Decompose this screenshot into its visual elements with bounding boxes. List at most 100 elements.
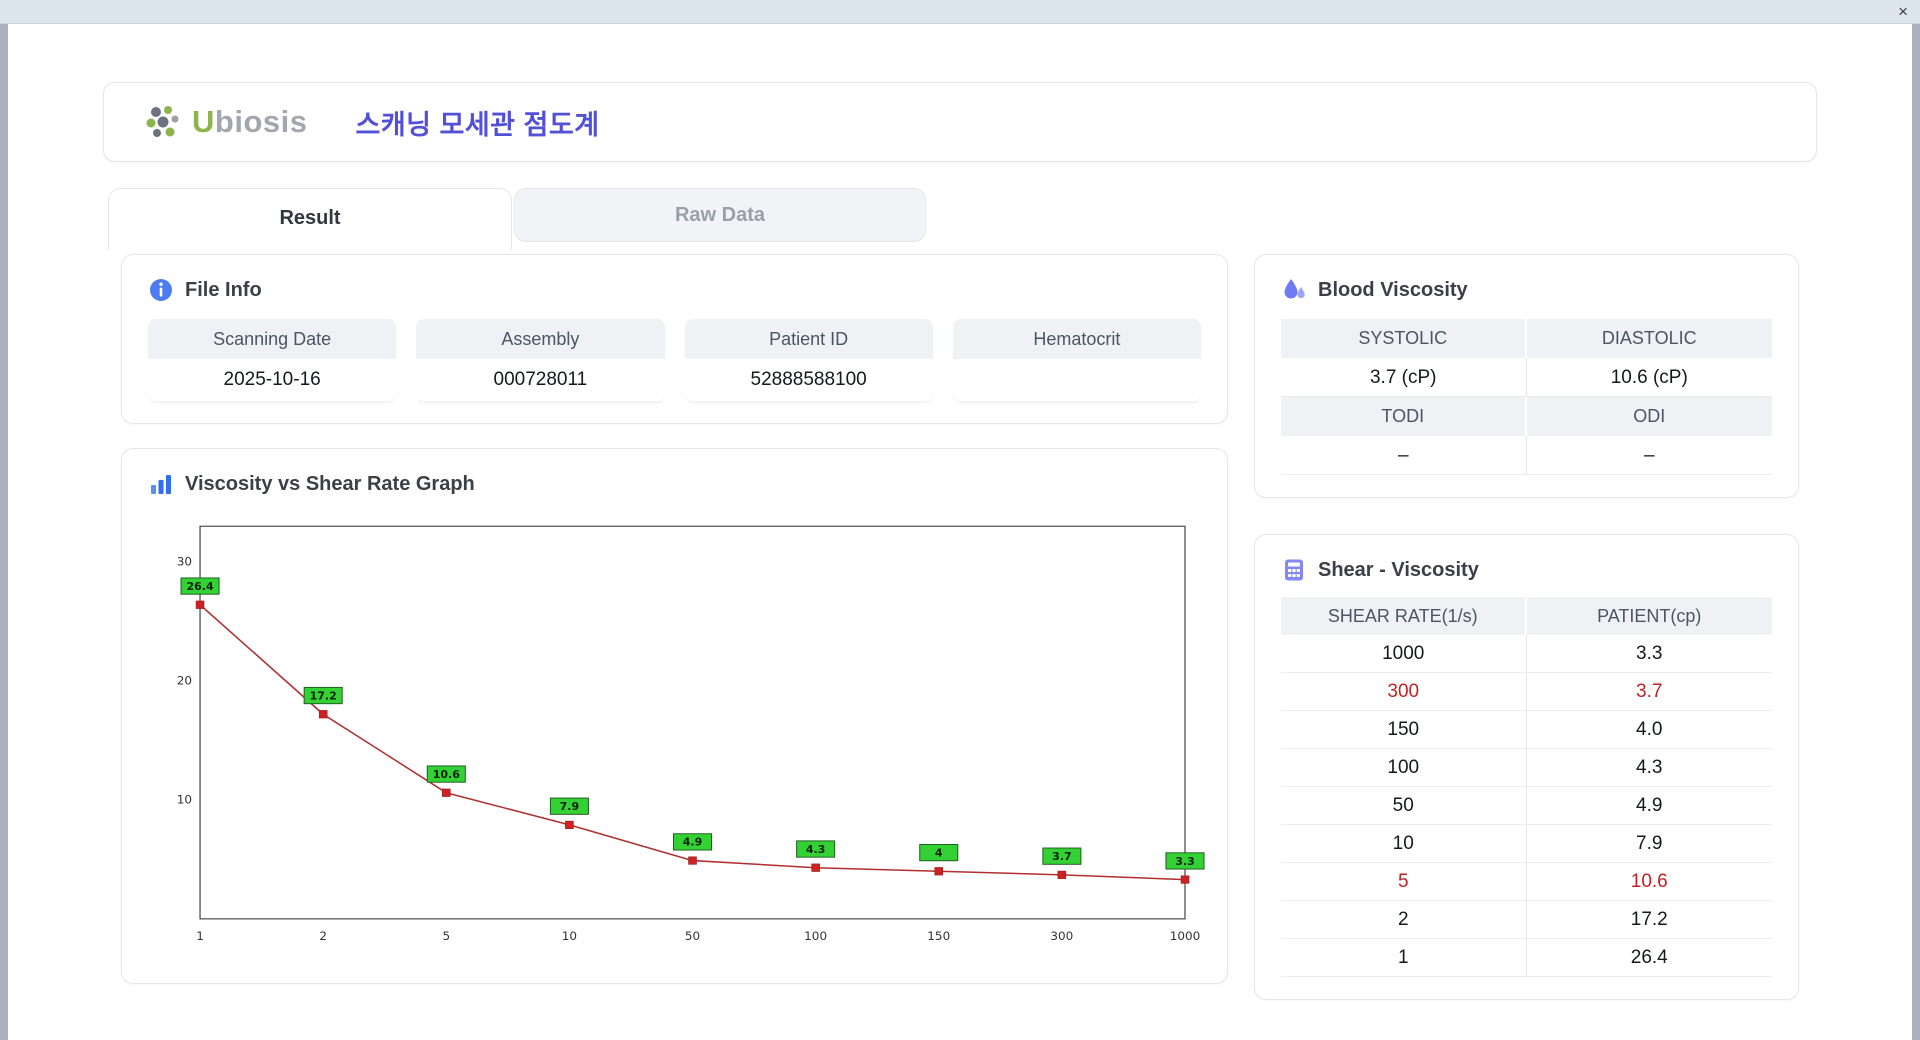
shear-viscosity-title: Shear - Viscosity bbox=[1281, 557, 1772, 583]
bv-value-odi: – bbox=[1526, 436, 1772, 475]
tab-raw-data[interactable]: Raw Data bbox=[514, 188, 926, 242]
content-area: File Info Scanning Date 2025-10-16 Assembl… bbox=[121, 254, 1799, 1000]
window-close-button[interactable]: × bbox=[1898, 2, 1908, 22]
left-column: File Info Scanning Date 2025-10-16 Assembl… bbox=[121, 254, 1228, 1000]
field-value: 52888588100 bbox=[684, 359, 933, 401]
app-window: Ubiosis 스캐닝 모세관 점도계 Result Raw Data File… bbox=[8, 24, 1912, 1040]
table-row: 2 17.2 bbox=[1281, 901, 1772, 939]
file-info-field-scanning-date: Scanning Date 2025-10-16 bbox=[148, 319, 397, 401]
blood-viscosity-title-text: Blood Viscosity bbox=[1318, 278, 1468, 301]
cell-patient-viscosity: 4.9 bbox=[1526, 787, 1772, 825]
svg-text:10: 10 bbox=[177, 793, 192, 807]
table-row: 50 4.9 bbox=[1281, 787, 1772, 825]
svg-text:300: 300 bbox=[1050, 929, 1073, 943]
graph-title-text: Viscosity vs Shear Rate Graph bbox=[185, 472, 475, 495]
svg-text:26.4: 26.4 bbox=[186, 580, 213, 593]
table-row: 100 4.3 bbox=[1281, 749, 1772, 787]
bv-value-systolic: 3.7 (cP) bbox=[1281, 358, 1527, 397]
svg-text:4.3: 4.3 bbox=[806, 843, 825, 856]
bv-value-diastolic: 10.6 (cP) bbox=[1526, 358, 1772, 397]
blood-viscosity-grid: SYSTOLIC DIASTOLIC 3.7 (cP) 10.6 (cP) TODI OD… bbox=[1281, 319, 1772, 475]
tab-bar: Result Raw Data bbox=[108, 188, 1817, 250]
file-info-field-hematocrit: Hematocrit bbox=[952, 319, 1201, 401]
table-row: 5 10.6 bbox=[1281, 863, 1772, 901]
field-value bbox=[952, 359, 1201, 401]
cell-shear-rate: 300 bbox=[1281, 673, 1527, 711]
cell-shear-rate: 150 bbox=[1281, 711, 1527, 749]
tab-result[interactable]: Result bbox=[108, 188, 512, 250]
info-icon bbox=[150, 279, 172, 301]
field-label: Scanning Date bbox=[148, 319, 397, 359]
field-value: 000728011 bbox=[416, 359, 665, 401]
file-info-field-assembly: Assembly 000728011 bbox=[416, 319, 665, 401]
cell-shear-rate: 10 bbox=[1281, 825, 1527, 863]
shear-viscosity-title-text: Shear - Viscosity bbox=[1318, 558, 1479, 581]
cell-shear-rate: 100 bbox=[1281, 749, 1527, 787]
field-label: Assembly bbox=[416, 319, 665, 359]
field-value: 2025-10-16 bbox=[148, 359, 397, 401]
table-row: 300 3.7 bbox=[1281, 673, 1772, 711]
table-row: 10 7.9 bbox=[1281, 825, 1772, 863]
cell-shear-rate: 1 bbox=[1281, 939, 1527, 977]
cell-patient-viscosity: 4.0 bbox=[1526, 711, 1772, 749]
svg-text:17.2: 17.2 bbox=[310, 690, 337, 703]
field-label: Hematocrit bbox=[952, 319, 1201, 359]
svg-text:3.3: 3.3 bbox=[1175, 855, 1194, 868]
shear-viscosity-table: SHEAR RATE(1/s) PATIENT(cp) 1000 3.3 300 3.7 1… bbox=[1281, 597, 1772, 977]
cell-patient-viscosity: 10.6 bbox=[1526, 863, 1772, 901]
cell-shear-rate: 50 bbox=[1281, 787, 1527, 825]
right-column: Blood Viscosity SYSTOLIC DIASTOLIC 3.7 (cP… bbox=[1254, 254, 1799, 1000]
page-title: 스캐닝 모세관 점도계 bbox=[355, 109, 600, 140]
logo-dots-icon bbox=[146, 106, 179, 137]
table-row: 1 26.4 bbox=[1281, 939, 1772, 977]
svg-text:5: 5 bbox=[442, 929, 450, 943]
svg-text:10: 10 bbox=[562, 929, 577, 943]
bv-label-odi: ODI bbox=[1526, 397, 1772, 436]
table-header-shear-rate-1-s: SHEAR RATE(1/s) bbox=[1281, 597, 1527, 635]
svg-text:1: 1 bbox=[196, 929, 204, 943]
svg-text:10.6: 10.6 bbox=[433, 768, 460, 781]
svg-text:3.7: 3.7 bbox=[1052, 850, 1071, 863]
window-titlebar: × bbox=[0, 0, 1920, 24]
cell-patient-viscosity: 17.2 bbox=[1526, 901, 1772, 939]
calculator-icon bbox=[1285, 559, 1303, 581]
cell-patient-viscosity: 4.3 bbox=[1526, 749, 1772, 787]
graph-title: Viscosity vs Shear Rate Graph bbox=[148, 471, 1201, 497]
blood-viscosity-title: Blood Viscosity bbox=[1281, 277, 1772, 303]
table-header-patient-cp: PATIENT(cp) bbox=[1526, 597, 1772, 635]
cell-shear-rate: 2 bbox=[1281, 901, 1527, 939]
bv-value-todi: – bbox=[1281, 436, 1527, 475]
svg-text:50: 50 bbox=[685, 929, 700, 943]
file-info-card: File Info Scanning Date 2025-10-16 Assembl… bbox=[121, 254, 1228, 424]
cell-patient-viscosity: 26.4 bbox=[1526, 939, 1772, 977]
bv-label-systolic: SYSTOLIC bbox=[1281, 319, 1527, 358]
cell-patient-viscosity: 7.9 bbox=[1526, 825, 1772, 863]
shear-viscosity-card: Shear - Viscosity SHEAR RATE(1/s) PATIENT… bbox=[1254, 534, 1799, 1000]
table-row: 1000 3.3 bbox=[1281, 635, 1772, 673]
svg-text:4: 4 bbox=[935, 847, 943, 860]
bv-label-todi: TODI bbox=[1281, 397, 1527, 436]
table-row: 150 4.0 bbox=[1281, 711, 1772, 749]
bv-label-diastolic: DIASTOLIC bbox=[1526, 319, 1772, 358]
graph-card: Viscosity vs Shear Rate Graph 10 20 30 1 2 5 1… bbox=[121, 448, 1228, 984]
bar-chart-icon bbox=[151, 475, 171, 494]
header-card: Ubiosis 스캐닝 모세관 점도계 bbox=[103, 82, 1817, 162]
svg-text:100: 100 bbox=[804, 929, 827, 943]
svg-text:150: 150 bbox=[927, 929, 950, 943]
cell-shear-rate: 5 bbox=[1281, 863, 1527, 901]
file-info-field-patient-id: Patient ID 52888588100 bbox=[684, 319, 933, 401]
viscosity-chart: 10 20 30 1 2 5 10 50 100 150 300 1000 26.4 17.2 10.6 7.… bbox=[148, 509, 1205, 961]
blood-viscosity-card: Blood Viscosity SYSTOLIC DIASTOLIC 3.7 (cP… bbox=[1254, 254, 1799, 498]
svg-text:20: 20 bbox=[177, 674, 192, 688]
svg-text:4.9: 4.9 bbox=[683, 836, 702, 849]
svg-text:30: 30 bbox=[177, 555, 192, 569]
field-label: Patient ID bbox=[684, 319, 933, 359]
logo-text: Ubiosis bbox=[192, 104, 308, 139]
file-info-title-text: File Info bbox=[185, 278, 262, 301]
cell-patient-viscosity: 3.7 bbox=[1526, 673, 1772, 711]
cell-shear-rate: 1000 bbox=[1281, 635, 1527, 673]
ubiosis-logo: Ubiosis bbox=[144, 102, 307, 142]
droplet-icon bbox=[1284, 279, 1305, 299]
viscosity-chart-svg: 10 20 30 1 2 5 10 50 100 150 300 1000 26.4 17.2 10.6 7.… bbox=[177, 525, 1205, 943]
svg-text:2: 2 bbox=[319, 929, 327, 943]
